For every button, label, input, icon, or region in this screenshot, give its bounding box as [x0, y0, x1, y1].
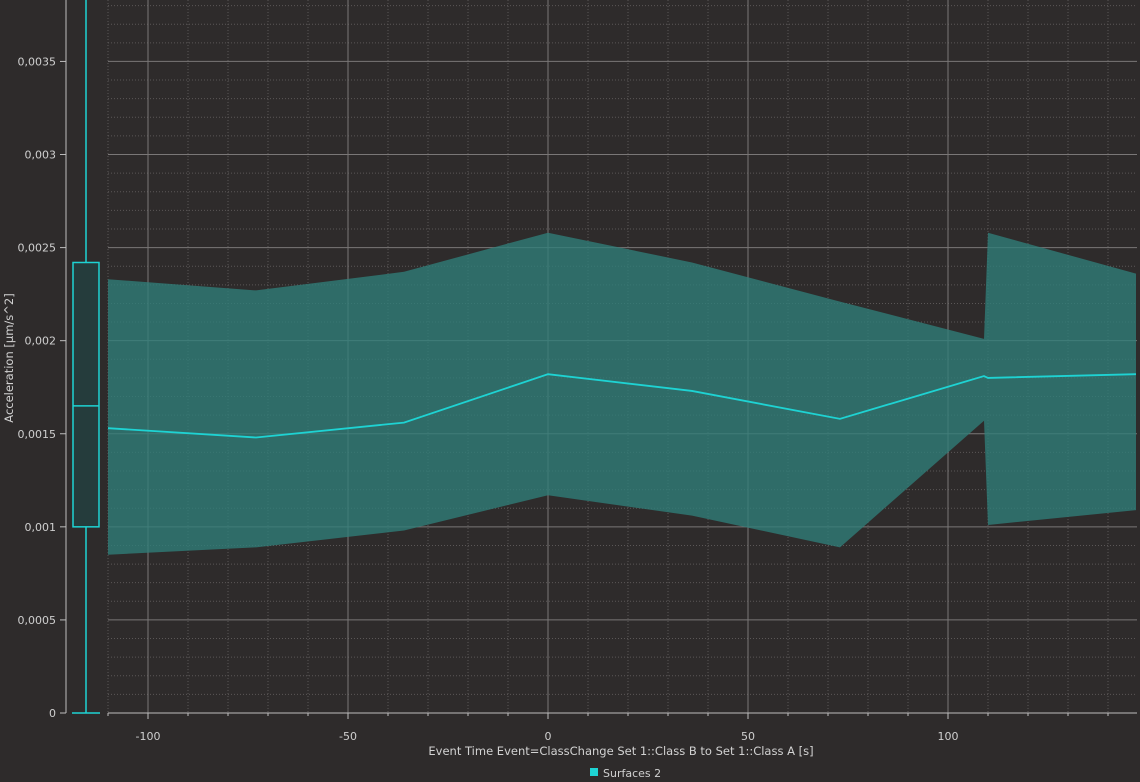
- x-tick-label: 100: [938, 730, 959, 743]
- x-tick-label: 50: [741, 730, 755, 743]
- y-tick-label: 0,001: [25, 521, 57, 534]
- chart: 0 0,0005 0,001 0,0015 0,002 0,0025 0,003 0,0035…: [0, 0, 1140, 782]
- boxplot-box: [72, 261, 100, 528]
- x-tick-label: 0: [545, 730, 552, 743]
- y-tick-label: 0,0035: [18, 55, 57, 68]
- y-axis-title: Acceleration [µm/s^2]: [2, 293, 16, 422]
- x-tick-label: -50: [339, 730, 357, 743]
- y-tick-label: 0,0025: [18, 242, 57, 255]
- y-tick-label: 0: [49, 707, 56, 720]
- legend-swatch: [590, 768, 598, 776]
- chart-svg: 0 0,0005 0,001 0,0015 0,002 0,0025 0,003 0,0035…: [0, 0, 1140, 782]
- y-tick-label: 0,0005: [18, 614, 57, 627]
- y-tick-label: 0,002: [25, 335, 57, 348]
- x-tick-label: -100: [136, 730, 161, 743]
- y-tick-label: 0,0015: [18, 428, 57, 441]
- x-axis-title: Event Time Event=ClassChange Set 1::Clas…: [428, 744, 813, 758]
- legend-label: Surfaces 2: [603, 767, 661, 780]
- y-tick-label: 0,003: [25, 149, 57, 162]
